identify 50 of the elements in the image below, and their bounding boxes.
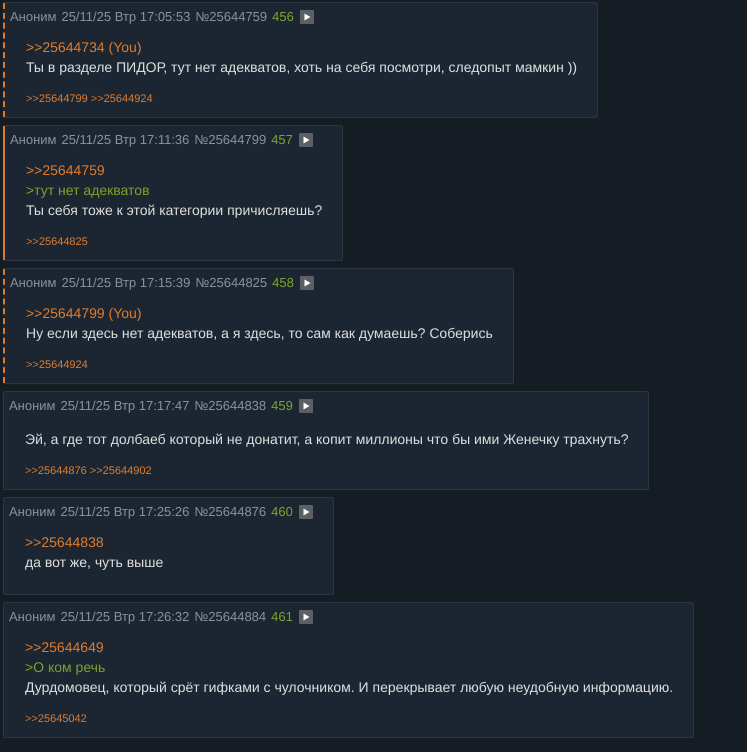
post-ordinal: 459 bbox=[271, 397, 293, 416]
post-number[interactable]: №25644799 bbox=[194, 130, 266, 150]
backlink[interactable]: >>25644799 bbox=[26, 91, 88, 107]
reply-link[interactable]: >>25644838 bbox=[25, 532, 104, 552]
post-text: Дурдомовец, который срёт гифками с чулочником. И перекрывает любую неудобную информацию. bbox=[25, 678, 674, 697]
play-icon[interactable] bbox=[298, 610, 313, 624]
poster-name: Аноним bbox=[10, 8, 56, 26]
post-date: 25/11/25 Втр 17:15:39 bbox=[61, 274, 190, 292]
post-ordinal: 461 bbox=[271, 608, 293, 626]
poster-name: Аноним bbox=[9, 397, 56, 416]
post-ordinal: 457 bbox=[271, 131, 293, 150]
backlink[interactable]: >>25644825 bbox=[26, 234, 88, 250]
play-icon[interactable] bbox=[298, 505, 313, 519]
post-date: 25/11/25 Втр 17:25:26 bbox=[60, 503, 190, 522]
play-icon[interactable] bbox=[298, 399, 313, 413]
post-date: 25/11/25 Втр 17:17:47 bbox=[60, 397, 190, 416]
post-number[interactable]: №25644876 bbox=[194, 502, 266, 522]
play-icon[interactable] bbox=[300, 10, 314, 24]
post-number[interactable]: №25644838 bbox=[194, 396, 266, 416]
backlink[interactable]: >>25644876 bbox=[25, 463, 87, 479]
quote-text: >тут нет адекватов bbox=[26, 181, 150, 200]
poster-name: Аноним bbox=[10, 274, 56, 292]
backlink[interactable]: >>25645042 bbox=[25, 711, 87, 727]
poster-name: Аноним bbox=[9, 608, 56, 626]
reply-link[interactable]: >>25644759 bbox=[26, 160, 105, 180]
backlink[interactable]: >>25644924 bbox=[90, 91, 153, 107]
backlink[interactable]: >>25644924 bbox=[26, 357, 88, 373]
poster-name: Аноним bbox=[9, 503, 56, 522]
post-date: 25/11/25 Втр 17:26:32 bbox=[60, 608, 190, 626]
post-number[interactable]: №25644759 bbox=[195, 7, 268, 27]
post-text: Ну если здесь нет адекватов, а я здесь, то сам как думаешь? Соберись bbox=[26, 324, 493, 343]
play-icon[interactable] bbox=[298, 133, 313, 147]
post-ordinal: 460 bbox=[271, 503, 293, 522]
post-date: 25/11/25 Втр 17:11:36 bbox=[61, 131, 190, 150]
post-text: Ты в разделе ПИДОР, тут нет адекватов, хоть на себя посмотри, следопыт мамкин )) bbox=[26, 58, 578, 77]
post-date: 25/11/25 Втр 17:05:53 bbox=[61, 8, 190, 26]
post-text: да вот же, чуть выше bbox=[25, 553, 164, 572]
quote-text: >О ком речь bbox=[25, 658, 106, 677]
reply-link[interactable]: >>25644799 (You) bbox=[26, 303, 142, 323]
post-ordinal: 456 bbox=[272, 8, 294, 26]
poster-name: Аноним bbox=[10, 131, 56, 150]
post-ordinal: 458 bbox=[272, 274, 294, 292]
play-icon[interactable] bbox=[300, 276, 314, 290]
backlink[interactable]: >>25644902 bbox=[90, 463, 152, 479]
reply-link[interactable]: >>25644649 bbox=[25, 637, 104, 657]
post-number[interactable]: №25644825 bbox=[195, 273, 268, 293]
post-text: Ты себя тоже к этой категории причисляешь? bbox=[26, 201, 322, 220]
reply-link[interactable]: >>25644734 (You) bbox=[26, 37, 142, 57]
post-text: Эй, а где тот долбаеб который не донатит, а копит миллионы что бы ими Женечку трахнуть? bbox=[25, 430, 628, 449]
post-number[interactable]: №25644884 bbox=[194, 607, 266, 627]
